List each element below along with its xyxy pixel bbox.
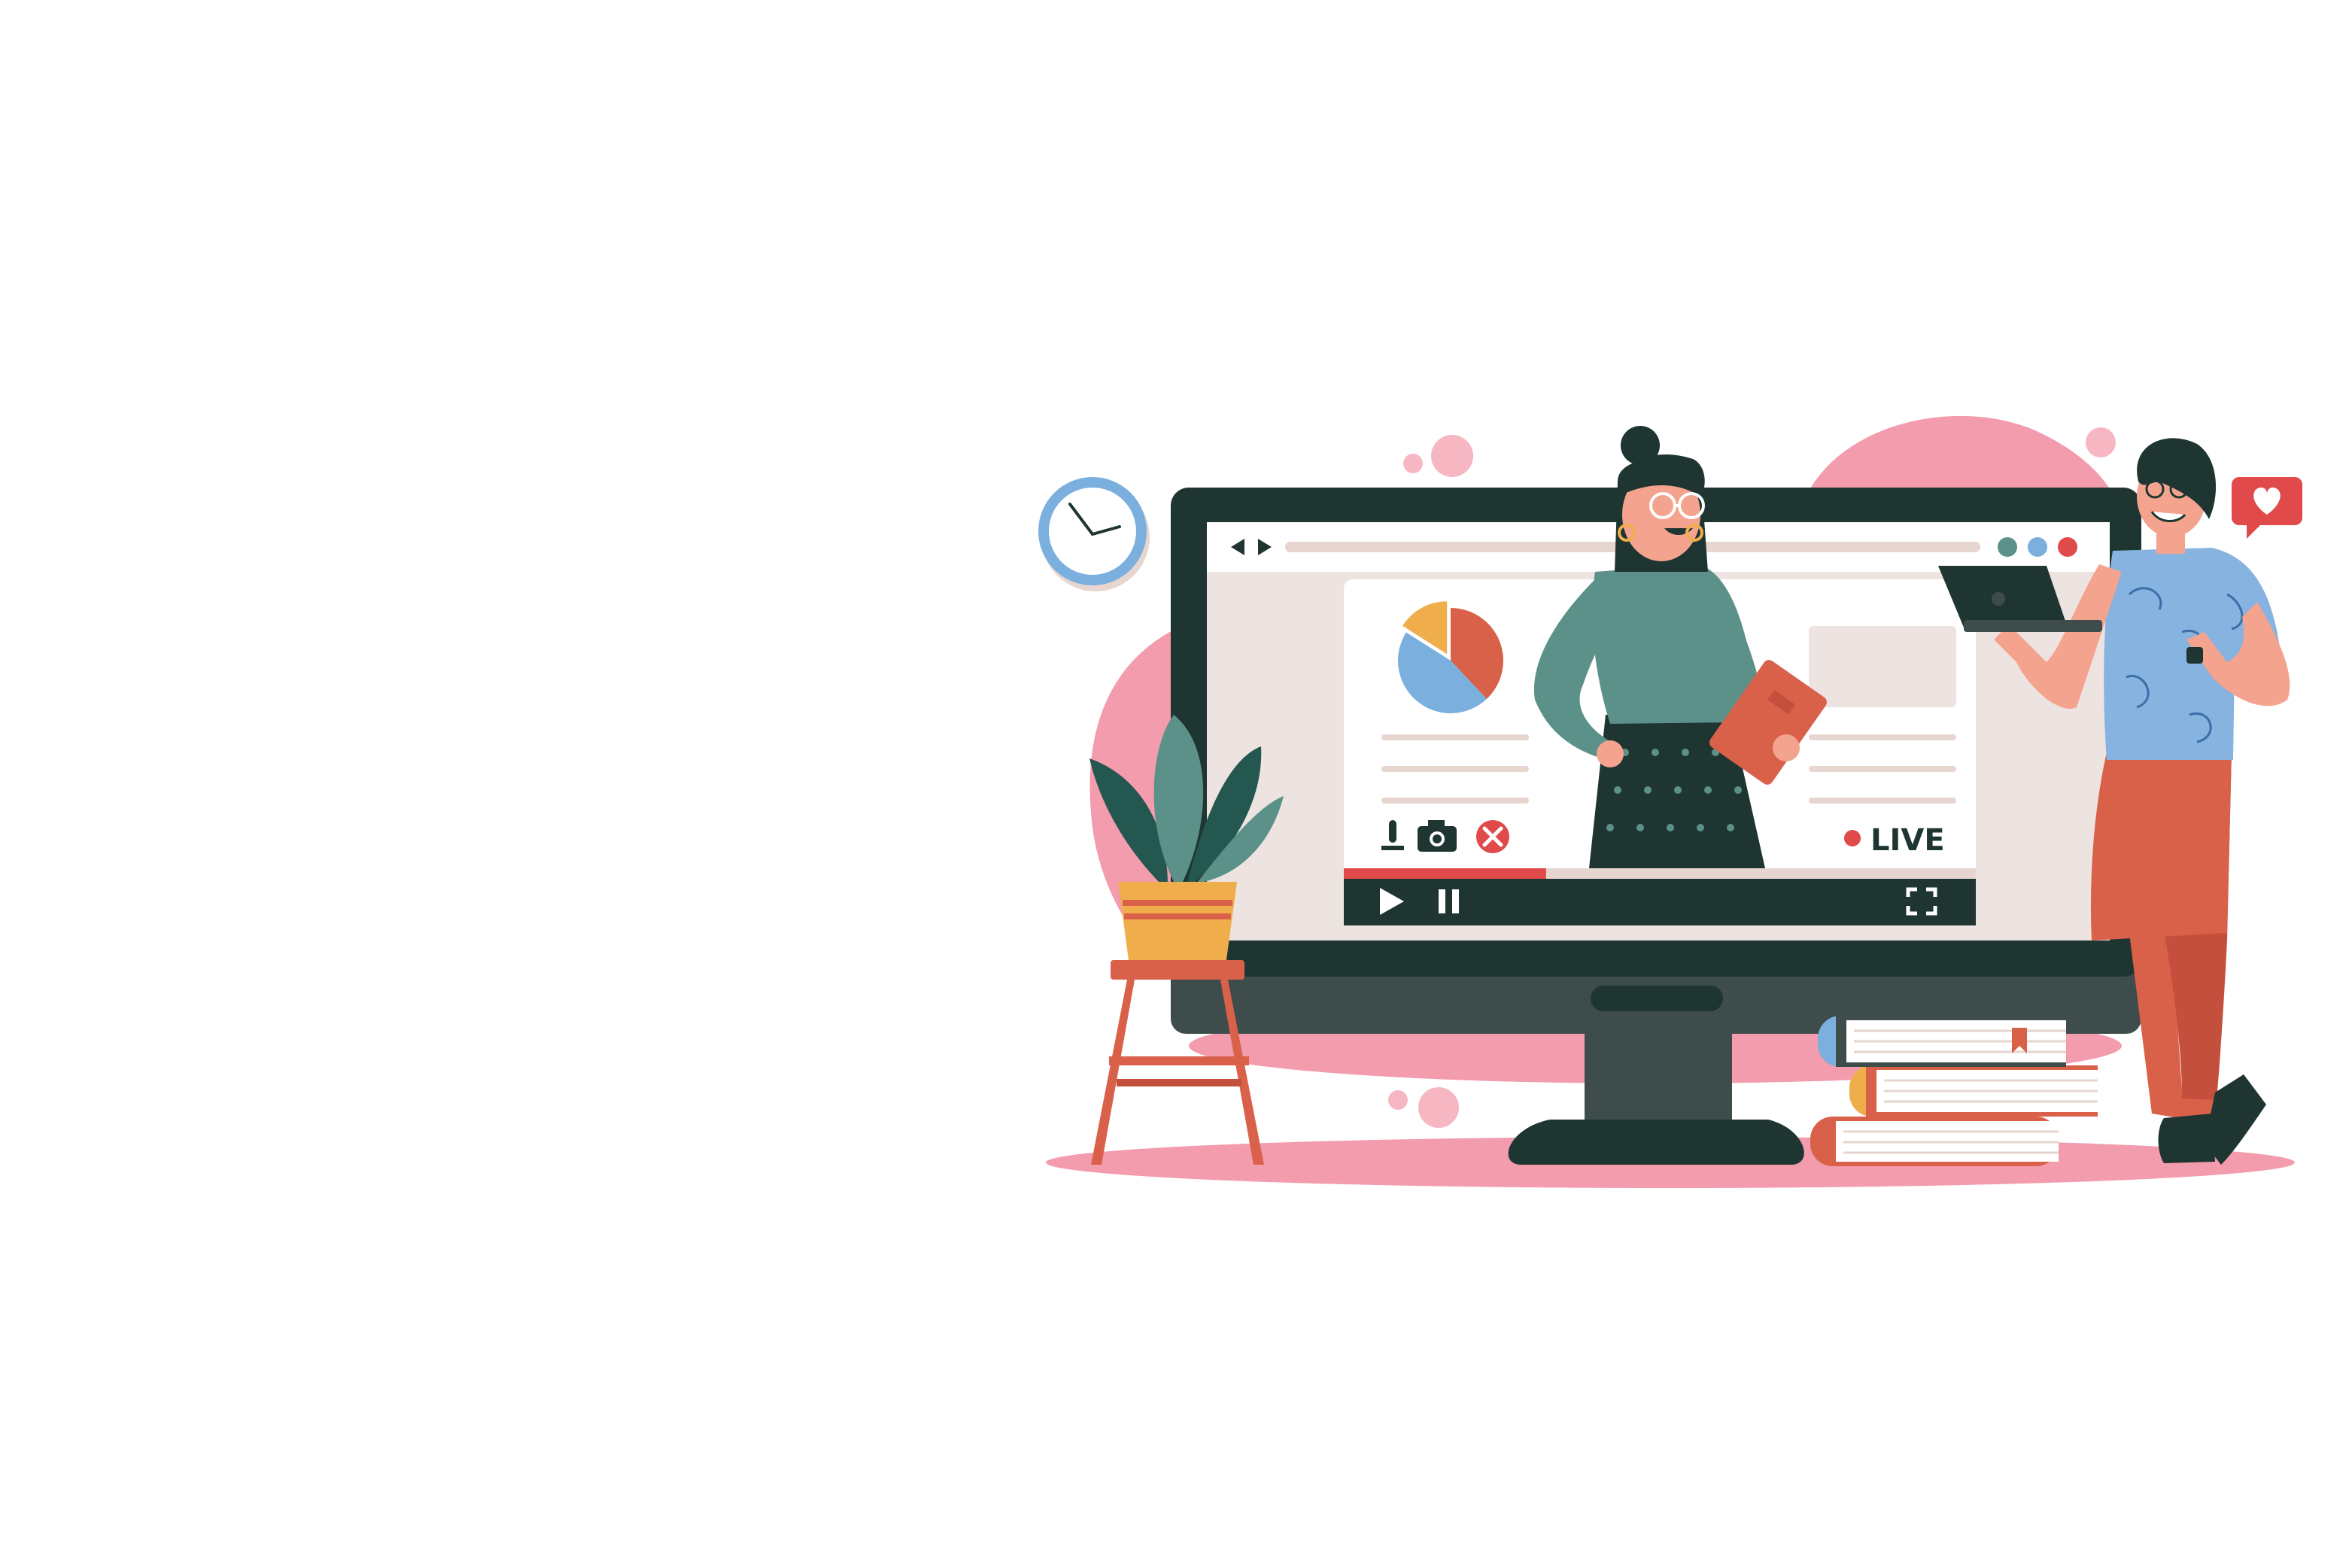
window-dot-blue[interactable]	[2028, 537, 2047, 557]
stool-leg	[1091, 980, 1135, 1165]
stool-top	[1111, 960, 1244, 980]
clock-icon	[1038, 477, 1150, 591]
monitor-neck	[1585, 1031, 1732, 1129]
text-line	[1809, 798, 1956, 804]
heart-icon	[2232, 477, 2302, 539]
bubble	[1388, 1090, 1408, 1110]
text-line	[1381, 798, 1529, 804]
monitor-stand	[1508, 1120, 1804, 1165]
online-learning-illustration: LIVE	[1038, 415, 2302, 1188]
left-hand	[1597, 740, 1624, 767]
pot-stripe	[1124, 913, 1231, 919]
bubble	[1403, 454, 1423, 473]
bubble	[2086, 427, 2116, 457]
progress-fill	[1344, 868, 1546, 879]
wristwatch	[2186, 647, 2203, 664]
text-line	[1809, 766, 1956, 772]
plant-pot	[1118, 882, 1237, 960]
window-dot-teal[interactable]	[1998, 537, 2017, 557]
monitor-power-button	[1591, 986, 1723, 1011]
trouser-main	[2090, 752, 2232, 940]
pot-stripe	[1123, 900, 1232, 906]
text-line	[1809, 734, 1956, 740]
live-dot	[1844, 830, 1861, 846]
image-placeholder	[1809, 626, 1956, 707]
pink-blob-right	[1806, 415, 2114, 497]
stool-rung	[1117, 1079, 1241, 1086]
hair-bun	[1621, 426, 1660, 465]
text-line	[1381, 734, 1529, 740]
right-hand	[1773, 734, 1800, 761]
window-dot-red[interactable]	[2058, 537, 2077, 557]
text-line	[1381, 766, 1529, 772]
stool-rung	[1109, 1056, 1249, 1065]
live-label: LIVE	[1870, 823, 1945, 858]
bubble	[1418, 1087, 1459, 1128]
bubble	[1431, 435, 1473, 477]
book-stack	[1810, 1016, 2098, 1166]
close-icon[interactable]	[1476, 820, 1509, 853]
